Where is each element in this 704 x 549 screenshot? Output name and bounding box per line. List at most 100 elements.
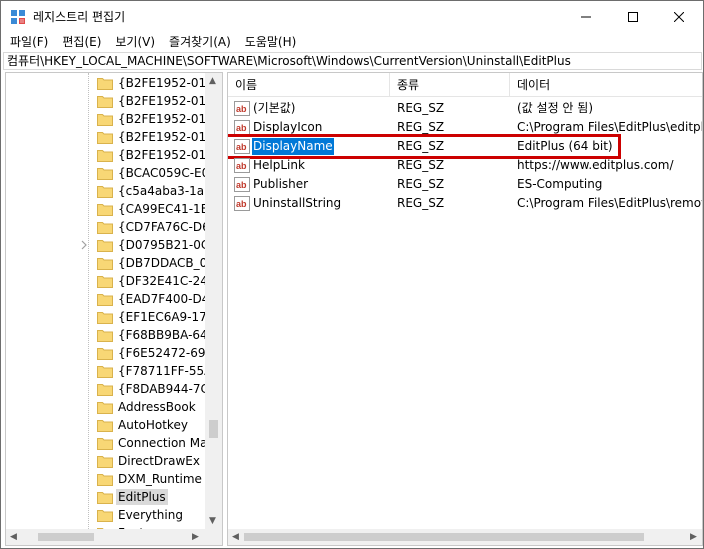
tree-item-label: {DF32E41C-24A	[118, 274, 217, 288]
tree-item[interactable]: AutoHotkey	[6, 416, 206, 434]
list-horizontal-scrollbar[interactable]: ◀ ▶	[228, 529, 702, 545]
scroll-right-arrow-icon[interactable]: ▶	[192, 529, 199, 545]
svg-text:ab: ab	[236, 123, 247, 133]
tree-item-label: AddressBook	[118, 400, 196, 414]
registry-app-icon	[11, 10, 25, 24]
menu-file[interactable]: 파일(F)	[3, 32, 55, 52]
tree-item[interactable]: Connection Mar	[6, 434, 212, 452]
tree-item[interactable]: {EAD7F400-D47	[6, 290, 217, 308]
string-value-icon: ab	[234, 101, 250, 116]
column-header-name[interactable]: 이름	[228, 73, 390, 97]
tree-item[interactable]: {B2FE1952-0186	[6, 74, 221, 92]
tree-item[interactable]: {F8DAB944-7CC	[6, 380, 217, 398]
tree-item[interactable]: AddressBook	[6, 398, 206, 416]
tree-item-label: {F8DAB944-7CC	[118, 382, 218, 396]
tree-item[interactable]: {CA99EC41-1B3	[6, 200, 217, 218]
svg-text:ab: ab	[236, 180, 247, 190]
tree-horizontal-scrollbar[interactable]: ◀ ▶	[6, 529, 222, 545]
tree-item[interactable]: {F68BB9BA-643I	[6, 326, 219, 344]
list-hscroll-thumb[interactable]	[244, 533, 644, 541]
tree-item[interactable]: DXM_Runtime	[6, 470, 206, 488]
tree-item-label: {EF1EC6A9-17D	[118, 310, 217, 324]
folder-icon	[97, 366, 113, 378]
tree-vscroll-thumb[interactable]	[209, 420, 218, 438]
svg-text:ab: ab	[236, 161, 247, 171]
tree-hscroll-thumb[interactable]	[38, 533, 94, 541]
tree-item[interactable]: Everything	[6, 506, 206, 524]
list-row[interactable]: ab UninstallString REG_SZ C:\Program Files\…	[228, 194, 703, 213]
folder-icon	[97, 438, 113, 450]
tree-item[interactable]: {D0795B21-0CD	[6, 236, 219, 254]
list-row[interactable]: ab DisplayName REG_SZ EditPlus (64 bit)	[228, 134, 702, 159]
folder-icon	[97, 114, 113, 126]
tree-item[interactable]: {DB7DDACB_02	[6, 254, 215, 272]
menu-favorites[interactable]: 즐겨찾기(A)	[162, 32, 238, 52]
chevron-right-icon[interactable]	[80, 240, 88, 250]
svg-text:ab: ab	[236, 199, 247, 209]
tree-item-label: Everything	[118, 508, 183, 522]
tree-item[interactable]: EditPlus	[6, 488, 206, 506]
menu-edit[interactable]: 편집(E)	[55, 32, 108, 52]
tree-item[interactable]: DirectDrawEx	[6, 452, 206, 470]
registry-tree: {B2FE1952-0186 {B2FE1952-0186 {B2FE1952-01…	[5, 72, 223, 546]
cell-data: (값 설정 안 됨)	[517, 101, 594, 115]
menu-view[interactable]: 보기(V)	[108, 32, 162, 52]
svg-text:ab: ab	[236, 104, 247, 114]
cell-data: ES-Computing	[517, 177, 603, 191]
maximize-button[interactable]	[610, 1, 656, 32]
folder-icon	[97, 96, 113, 108]
scroll-up-arrow-icon[interactable]: ▲	[209, 73, 216, 89]
tree-item-label: {EAD7F400-D47	[118, 292, 217, 306]
scroll-left-arrow-icon[interactable]: ◀	[10, 529, 17, 545]
tree-item[interactable]: {CD7FA76C-D6A	[6, 218, 218, 236]
tree-item[interactable]: {B2FE1952-0186	[6, 92, 221, 110]
scroll-right-arrow-icon[interactable]: ▶	[690, 529, 697, 545]
tree-item[interactable]: {F78711FF-55A2	[6, 362, 220, 380]
folder-icon	[97, 330, 113, 342]
scroll-down-arrow-icon[interactable]: ▼	[209, 513, 216, 529]
tree-item[interactable]: {B2FE1952-0186	[6, 110, 221, 128]
list-row[interactable]: ab HelpLink REG_SZ https://www.editplus.com…	[228, 156, 702, 175]
menu-help[interactable]: 도움말(H)	[238, 32, 304, 52]
window-title: 레지스트리 편집기	[33, 10, 126, 24]
list-row[interactable]: ab (기본값) REG_SZ (값 설정 안 됨)	[228, 99, 702, 118]
folder-icon	[97, 510, 113, 522]
tree-item[interactable]: {BCAC059C-E06	[6, 164, 217, 182]
tree-item[interactable]: {DF32E41C-24A	[6, 272, 216, 290]
folder-icon	[97, 456, 113, 468]
folder-icon	[97, 348, 113, 360]
folder-icon	[97, 132, 113, 144]
folder-icon	[97, 474, 113, 486]
cell-type: REG_SZ	[397, 139, 445, 153]
tree-item[interactable]: {B2FE1952-0186	[6, 128, 221, 146]
cell-data: C:\Program Files\EditPlus\remov	[517, 196, 703, 210]
svg-text:ab: ab	[236, 142, 247, 152]
tree-item[interactable]: {F6E52472-69EE	[6, 344, 221, 362]
tree-item-label: AutoHotkey	[118, 418, 188, 432]
tree-item[interactable]: {c5a4aba3-1aba	[6, 182, 219, 200]
column-header-type[interactable]: 종류	[390, 73, 510, 97]
folder-icon	[97, 168, 113, 180]
cell-name: DisplayName	[252, 138, 334, 155]
folder-icon	[97, 258, 113, 270]
cell-name: (기본값)	[253, 101, 296, 115]
tree-item[interactable]: {B2FE1952-0186	[6, 146, 221, 164]
cell-data: EditPlus (64 bit)	[517, 139, 613, 153]
scroll-left-arrow-icon[interactable]: ◀	[232, 529, 239, 545]
tree-item[interactable]: {EF1EC6A9-17D	[6, 308, 216, 326]
tree-item-label: {DB7DDACB_02	[118, 256, 215, 270]
string-value-icon: ab	[234, 120, 250, 135]
title-bar: 레지스트리 편집기	[1, 1, 703, 32]
cell-name: Publisher	[253, 177, 309, 191]
close-button[interactable]	[656, 1, 702, 32]
list-row[interactable]: ab Publisher REG_SZ ES-Computing	[228, 175, 702, 194]
tree-item-label: Connection Mar	[118, 436, 213, 450]
tree-vertical-scrollbar[interactable]: ▲ ▼	[205, 73, 222, 529]
folder-icon	[97, 312, 113, 324]
column-header-data[interactable]: 데이터	[510, 73, 702, 97]
folder-icon	[97, 78, 113, 90]
address-bar[interactable]: 컴퓨터\HKEY_LOCAL_MACHINE\SOFTWARE\Microsof…	[3, 52, 702, 70]
registry-values-list: 이름 종류 데이터 ab (기본값) REG_SZ (값 설정 안 됨) ab Displ…	[227, 72, 703, 546]
minimize-button[interactable]	[563, 1, 609, 32]
registry-editor-window: 레지스트리 편집기 파일(F) 편집(E) 보기(V) 즐겨찾기(A) 도움말(…	[0, 0, 704, 549]
